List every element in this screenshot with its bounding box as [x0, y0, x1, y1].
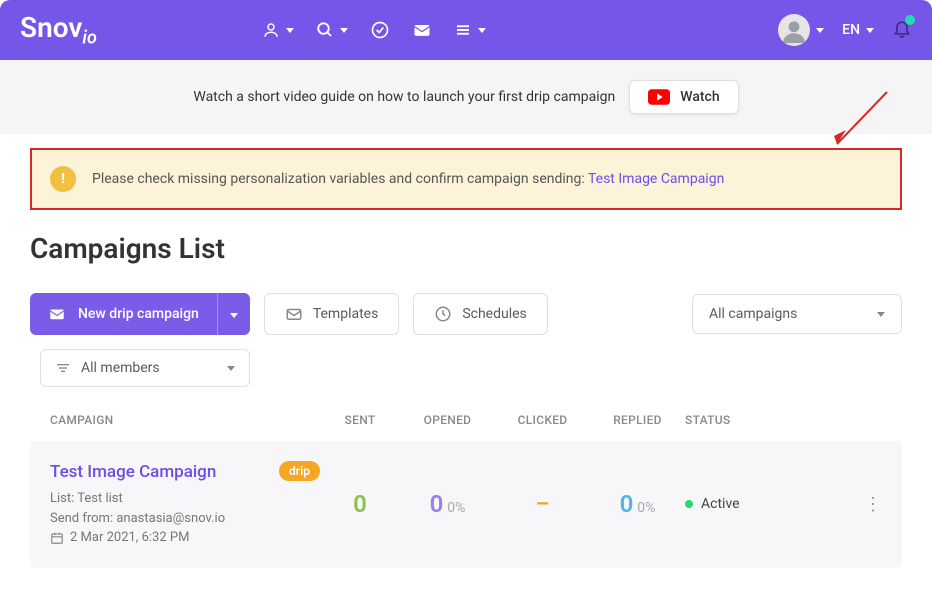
table-row: Test Image Campaign List: Test list Send…	[30, 441, 902, 568]
drip-badge: drip	[279, 461, 320, 481]
col-status-header: STATUS	[685, 413, 825, 427]
replied-pct: 0%	[637, 500, 655, 516]
header-right: EN	[778, 14, 912, 46]
status-dot-icon	[685, 500, 693, 508]
chevron-down-icon	[877, 312, 885, 317]
chevron-down-icon	[230, 313, 238, 318]
campaign-date: 2 Mar 2021, 6:32 PM	[70, 528, 189, 548]
action-bar: New drip campaign Templates Schedules Al…	[30, 293, 902, 335]
members-filter-select[interactable]: All members	[40, 349, 250, 387]
header-contacts-dd[interactable]	[262, 21, 294, 39]
members-filter-row: All members	[40, 349, 902, 387]
templates-icon	[285, 305, 303, 323]
video-banner-text: Watch a short video guide on how to laun…	[193, 89, 615, 105]
warning-banner: ! Please check missing personalization v…	[30, 148, 902, 210]
row-menu-button[interactable]: ⋮	[864, 494, 882, 515]
col-opened-header: OPENED	[400, 413, 495, 427]
status-label: Active	[701, 496, 740, 512]
col-sent-header: SENT	[320, 413, 400, 427]
warning-campaign-link[interactable]: Test Image Campaign	[588, 171, 724, 187]
templates-label: Templates	[313, 306, 379, 322]
opened-pct: 0%	[447, 500, 465, 516]
header-verify[interactable]	[370, 20, 390, 40]
checker-icon	[370, 20, 390, 40]
header-mail[interactable]	[412, 20, 432, 40]
chevron-down-icon	[816, 28, 824, 33]
schedules-label: Schedules	[462, 306, 526, 322]
chevron-down-icon	[227, 366, 235, 371]
members-label: All members	[81, 360, 160, 376]
filter-icon	[55, 360, 71, 376]
header-notifications[interactable]	[892, 18, 912, 42]
header-search-dd[interactable]	[316, 21, 348, 39]
col-replied-header: REPLIED	[590, 413, 685, 427]
watch-label: Watch	[680, 89, 719, 105]
chevron-down-icon	[286, 28, 294, 33]
campaign-filter-label: All campaigns	[709, 306, 797, 322]
mail-icon	[412, 20, 432, 40]
app-header: Snovio EN	[0, 0, 932, 60]
header-profile-dd[interactable]	[778, 14, 824, 46]
col-campaign-header: CAMPAIGN	[50, 413, 320, 427]
table-head: CAMPAIGN SENT OPENED CLICKED REPLIED STA…	[30, 413, 902, 441]
header-nav	[262, 20, 486, 40]
new-campaign-button[interactable]: New drip campaign	[30, 293, 217, 335]
mail-icon	[48, 305, 66, 323]
chevron-down-icon	[478, 28, 486, 33]
lang-label: EN	[842, 22, 860, 38]
notification-dot-icon	[905, 15, 915, 25]
warning-icon: !	[50, 166, 76, 192]
avatar	[778, 14, 810, 46]
calendar-icon	[50, 531, 64, 545]
templates-button[interactable]: Templates	[264, 293, 400, 335]
search-icon	[316, 21, 334, 39]
status-badge: Active	[685, 496, 825, 512]
clock-icon	[434, 305, 452, 323]
clicked-value: –	[536, 492, 550, 517]
campaign-meta: List: Test list Send from: anastasia@sno…	[50, 489, 261, 548]
warning-text: Please check missing personalization var…	[92, 171, 724, 187]
replied-value: 0	[620, 490, 634, 518]
chevron-down-icon	[340, 28, 348, 33]
person-icon	[262, 21, 280, 39]
header-lang-dd[interactable]: EN	[842, 22, 874, 38]
campaign-list: List: Test list	[50, 489, 261, 509]
campaign-filter-select[interactable]: All campaigns	[692, 294, 902, 334]
page-title: Campaigns List	[30, 232, 902, 265]
campaign-name-link[interactable]: Test Image Campaign	[50, 461, 261, 483]
col-clicked-header: CLICKED	[495, 413, 590, 427]
logo[interactable]: Snovio	[20, 11, 97, 49]
header-menu-dd[interactable]	[454, 21, 486, 39]
youtube-icon	[648, 89, 670, 105]
watch-button[interactable]: Watch	[629, 80, 738, 114]
schedules-button[interactable]: Schedules	[413, 293, 547, 335]
new-campaign-label: New drip campaign	[78, 306, 199, 322]
campaign-sender: Send from: anastasia@snov.io	[50, 509, 261, 529]
sent-value: 0	[353, 490, 367, 518]
chevron-down-icon	[866, 28, 874, 33]
menu-icon	[454, 21, 472, 39]
video-banner: Watch a short video guide on how to laun…	[0, 60, 932, 134]
opened-value: 0	[430, 490, 444, 518]
new-campaign-dropdown[interactable]	[217, 293, 250, 335]
